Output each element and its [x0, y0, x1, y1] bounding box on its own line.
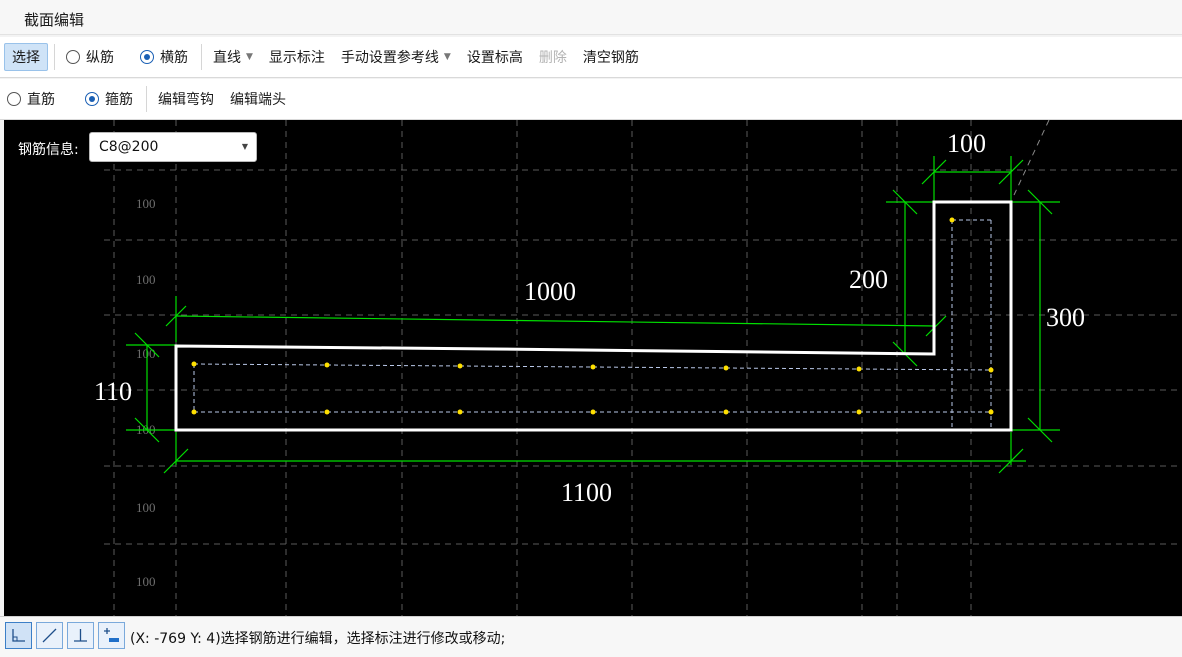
longitudinal-label: 纵筋	[86, 50, 114, 66]
dropdown-arrow-icon: ▼	[443, 52, 451, 62]
radio-checked-icon	[140, 50, 154, 64]
orthogonal-corner-icon	[12, 629, 25, 642]
transverse-label: 横筋	[160, 50, 188, 66]
edit-hook-button[interactable]: 编辑弯钩	[151, 86, 221, 112]
toolbar-divider	[201, 44, 202, 70]
edit-hook-label: 编辑弯钩	[158, 92, 214, 108]
grid-label: 100	[136, 196, 156, 211]
bottom-length-dimension-text[interactable]: 1100	[561, 478, 612, 507]
perpendicular-icon	[74, 629, 87, 642]
toolbar-divider	[146, 86, 147, 112]
rebar-point[interactable]	[590, 364, 596, 370]
stirrup-radio[interactable]: 箍筋	[78, 86, 140, 112]
toolbar-divider	[54, 44, 55, 70]
show-dimensions-label: 显示标注	[268, 50, 325, 66]
section-drawing[interactable]: 100 100 100 100 100 100 1000 1100 110 30…	[4, 120, 1182, 616]
grid-label: 100	[136, 272, 156, 287]
rebar-point[interactable]	[723, 409, 729, 415]
rebar-info-value: C8@200	[99, 139, 159, 155]
diagonal-line-icon	[42, 628, 57, 643]
longitudinal-rebar-radio[interactable]: 纵筋	[59, 44, 121, 70]
rebar-point[interactable]	[457, 409, 463, 415]
set-elevation-label: 设置标高	[466, 50, 523, 66]
dropdown-arrow-icon: ▼	[241, 142, 248, 151]
radio-checked-icon	[85, 92, 99, 106]
top-length-dimension-line[interactable]	[175, 315, 937, 327]
rebar-point[interactable]	[191, 409, 197, 415]
rebar-type-toolbar: 直筋 箍筋 编辑弯钩 编辑端头	[0, 79, 1182, 120]
free-line-button[interactable]	[36, 622, 63, 649]
dimension-texts[interactable]: 1000 1100 110 300 100 200	[94, 129, 1085, 507]
plus-line-icon	[104, 628, 119, 642]
rebar-info-select[interactable]: C8@200 ▼	[89, 132, 257, 162]
straight-rebar-radio[interactable]: 直筋	[0, 86, 62, 112]
select-button[interactable]: 选择	[4, 43, 48, 71]
main-toolbar: 选择 纵筋 横筋 直线 ▼ 显示标注 手动设置参考线 ▼ 设置标高 删除 清空钢筋	[0, 37, 1182, 78]
rebar-points[interactable]	[191, 217, 994, 415]
right-height-dimension-text[interactable]: 300	[1046, 303, 1085, 332]
rebar-point[interactable]	[988, 409, 994, 415]
rebar-point[interactable]	[988, 367, 994, 373]
add-point-button[interactable]	[98, 622, 125, 649]
reference-grid	[104, 120, 1182, 616]
manual-reference-label: 手动设置参考线	[340, 50, 439, 66]
set-elevation-button[interactable]: 设置标高	[460, 44, 530, 70]
status-bar: (X: -769 Y: 4)选择钢筋进行编辑，选择标注进行修改或移动;	[0, 616, 1182, 657]
delete-button[interactable]: 删除	[532, 44, 574, 70]
grid-label: 100	[136, 346, 156, 361]
rebar-info-label: 钢筋信息:	[18, 142, 79, 158]
rebar-point[interactable]	[856, 409, 862, 415]
show-dimensions-button[interactable]: 显示标注	[262, 44, 332, 70]
line-mode-dropdown[interactable]: 直线 ▼	[206, 44, 260, 70]
transverse-rebar-radio[interactable]: 横筋	[133, 44, 195, 70]
status-message: (X: -769 Y: 4)选择钢筋进行编辑，选择标注进行修改或移动;	[130, 631, 506, 647]
grid-label: 100	[136, 574, 156, 589]
rebar-point[interactable]	[191, 361, 197, 367]
delete-label: 删除	[538, 50, 567, 66]
straight-label: 直筋	[27, 92, 55, 108]
radio-unchecked-icon	[7, 92, 21, 106]
clear-rebar-label: 清空钢筋	[582, 50, 639, 66]
clear-rebar-button[interactable]: 清空钢筋	[576, 44, 646, 70]
left-height-dimension-text[interactable]: 110	[94, 377, 132, 406]
stirrup-label: 箍筋	[105, 92, 133, 108]
grid-line	[1013, 120, 1050, 196]
rebar-point[interactable]	[949, 217, 955, 223]
radio-unchecked-icon	[66, 50, 80, 64]
grid-label: 100	[136, 500, 156, 515]
title-bar: 截面编辑	[0, 0, 1182, 35]
dropdown-arrow-icon: ▼	[246, 52, 253, 62]
rebar-point[interactable]	[590, 409, 596, 415]
rebar-point[interactable]	[457, 363, 463, 369]
line-mode-label: 直线	[213, 50, 241, 66]
top-length-dimension-text[interactable]: 1000	[524, 277, 576, 306]
edit-end-button[interactable]: 编辑端头	[223, 86, 293, 112]
rebar-point[interactable]	[324, 409, 330, 415]
section-outline[interactable]	[174, 200, 1013, 432]
rebar-point[interactable]	[856, 366, 862, 372]
rebar-point[interactable]	[723, 365, 729, 371]
select-label: 选择	[12, 50, 40, 66]
section-drawing-canvas[interactable]: 100 100 100 100 100 100 1000 1100 110 30…	[4, 120, 1182, 616]
window-title: 截面编辑	[24, 11, 85, 29]
grid-labels: 100 100 100 100 100 100	[136, 196, 156, 589]
stem-width-dimension-text[interactable]: 100	[947, 129, 986, 158]
rebar-point[interactable]	[324, 362, 330, 368]
orthogonal-snap-button[interactable]	[5, 622, 32, 649]
edit-end-label: 编辑端头	[230, 92, 286, 108]
manual-reference-line-dropdown[interactable]: 手动设置参考线 ▼	[334, 44, 458, 70]
stem-height-dimension-text[interactable]: 200	[849, 265, 888, 294]
perpendicular-snap-button[interactable]	[67, 622, 94, 649]
